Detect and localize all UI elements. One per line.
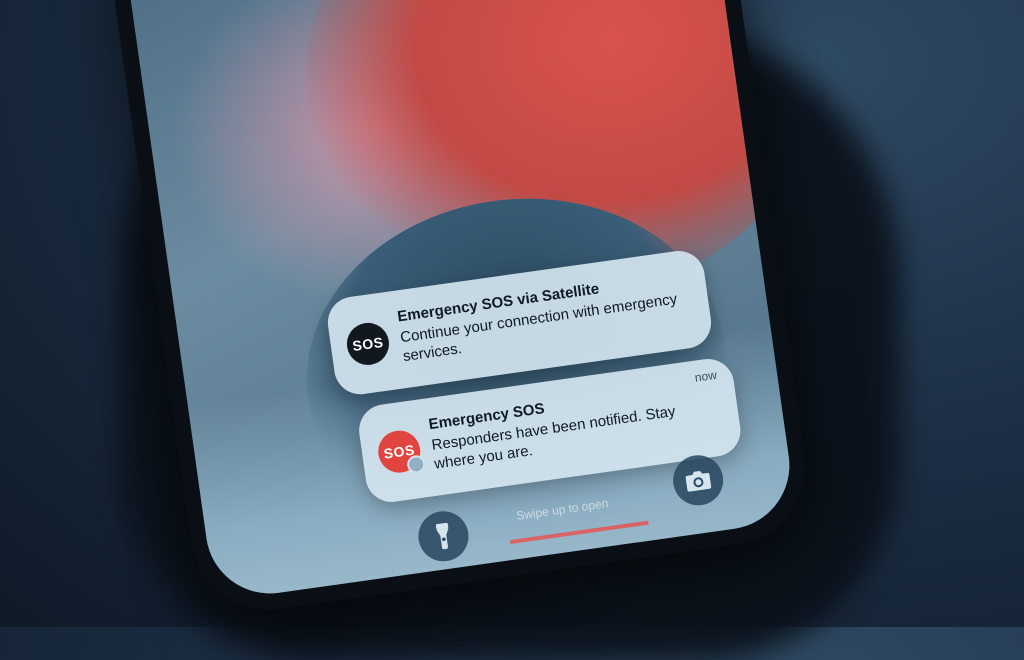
app-icon-label: SOS bbox=[351, 333, 385, 355]
flashlight-icon bbox=[435, 522, 449, 550]
sos-icon: SOS bbox=[375, 427, 427, 476]
notification-time: now bbox=[693, 367, 718, 385]
camera-icon bbox=[685, 470, 712, 492]
sos-satellite-icon: SOS bbox=[344, 320, 392, 368]
lock-screen: SOS Emergency SOS via Satellite Continue… bbox=[122, 0, 798, 602]
satellite-badge-icon bbox=[406, 454, 427, 475]
phone: SOS Emergency SOS via Satellite Continue… bbox=[104, 0, 816, 620]
